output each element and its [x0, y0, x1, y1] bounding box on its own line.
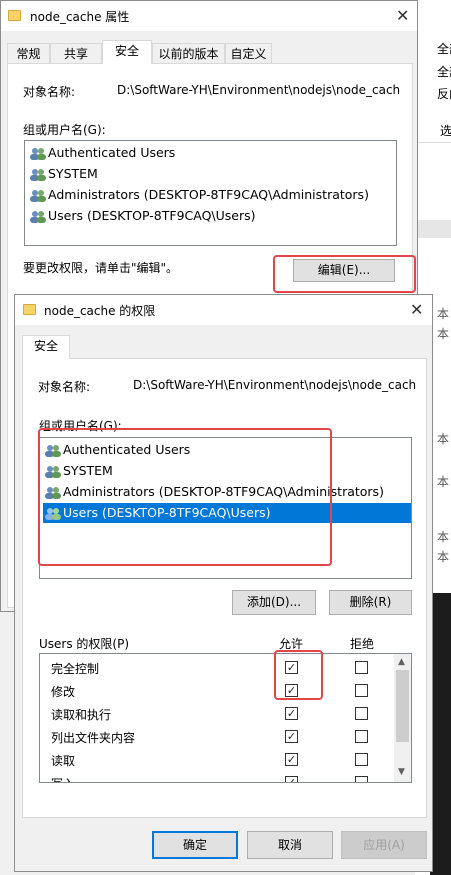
ok-button[interactable]: 确定 — [152, 831, 238, 859]
background-item: 选 — [440, 124, 451, 138]
users-icon — [45, 466, 61, 478]
allow-header: 允许 — [279, 637, 304, 651]
permissions-title: node_cache 的权限 — [44, 304, 156, 318]
background-item: 本 — [437, 327, 450, 341]
permission-name: 列出文件夹内容 — [51, 731, 136, 745]
background-item: 本 — [437, 475, 450, 489]
permission-name: 完全控制 — [51, 662, 100, 676]
scrollbar[interactable]: ▲ ▼ — [394, 654, 411, 782]
user-name: Administrators (DESKTOP-8TF9CAQ\Administ… — [63, 484, 384, 499]
deny-checkbox[interactable] — [355, 776, 368, 782]
list-item[interactable]: Authenticated Users — [43, 440, 190, 460]
group-label: 组或用户名(G): — [23, 123, 106, 137]
background-item: 本 — [437, 307, 450, 321]
allow-checkbox[interactable]: ✓ — [285, 661, 298, 674]
background-item: 本 — [437, 550, 450, 564]
properties-title: node_cache 属性 — [30, 10, 130, 24]
allow-checkbox[interactable]: ✓ — [285, 730, 298, 743]
user-name: SYSTEM — [63, 463, 113, 478]
permissions-panel: 对象名称: D:\SoftWare-YH\Environment\nodejs\… — [22, 358, 427, 818]
users-icon — [45, 445, 61, 457]
list-item[interactable]: Administrators (DESKTOP-8TF9CAQ\Administ… — [43, 482, 384, 502]
user-list[interactable]: Authenticated Users SYSTEM Administrator… — [39, 437, 412, 579]
background-item: 反向 — [437, 87, 451, 101]
deny-checkbox[interactable] — [355, 684, 368, 697]
allow-checkbox[interactable]: ✓ — [285, 707, 298, 720]
user-name: SYSTEM — [48, 166, 98, 181]
remove-button[interactable]: 删除(R) — [329, 590, 412, 615]
folder-icon — [23, 304, 36, 315]
deny-checkbox[interactable] — [355, 707, 368, 720]
user-name: Authenticated Users — [63, 442, 191, 457]
tab-previous-versions[interactable]: 以前的版本 — [152, 43, 225, 64]
object-name-label: 对象名称: — [23, 85, 76, 99]
background-item: 全部 — [437, 65, 451, 79]
deny-checkbox[interactable] — [355, 730, 368, 743]
background-divider — [415, 142, 451, 143]
list-item[interactable]: Authenticated Users — [28, 143, 175, 163]
background-item: 本 — [437, 432, 450, 446]
permissions-titlebar: node_cache 的权限 ✕ — [15, 295, 432, 325]
list-item[interactable]: Users (DESKTOP-8TF9CAQ\Users) — [28, 206, 256, 226]
permissions-window: node_cache 的权限 ✕ 安全 对象名称: D:\SoftWare-YH… — [14, 294, 433, 872]
object-name-label: 对象名称: — [38, 380, 91, 394]
users-icon — [30, 169, 46, 181]
background-dark — [430, 593, 451, 875]
user-list[interactable]: Authenticated Users SYSTEM Administrator… — [24, 140, 397, 246]
allow-checkbox[interactable]: ✓ — [285, 753, 298, 766]
cancel-button[interactable]: 取消 — [247, 831, 333, 859]
scroll-thumb[interactable] — [396, 670, 409, 742]
background-band — [415, 220, 451, 238]
list-item[interactable]: SYSTEM — [43, 461, 113, 481]
close-icon[interactable]: ✕ — [396, 6, 409, 25]
users-icon — [45, 508, 61, 520]
user-name: Administrators (DESKTOP-8TF9CAQ\Administ… — [48, 187, 369, 202]
users-icon — [30, 148, 46, 160]
deny-checkbox[interactable] — [355, 661, 368, 674]
tab-security[interactable]: 安全 — [102, 40, 152, 64]
permission-name: 修改 — [51, 685, 76, 699]
properties-titlebar: node_cache 属性 ✕ — [1, 1, 417, 31]
list-item[interactable]: Administrators (DESKTOP-8TF9CAQ\Administ… — [28, 185, 369, 205]
user-name: Users (DESKTOP-8TF9CAQ\Users) — [63, 505, 271, 520]
permissions-list[interactable]: 完全控制 ✓ 修改 ✓ 读取和执行 ✓ 列出文件夹内容 ✓ 读取 ✓ 写入 ✓ … — [39, 653, 412, 783]
object-name-value: D:\SoftWare-YH\Environment\nodejs\node_c… — [117, 83, 401, 97]
add-button[interactable]: 添加(D)... — [232, 590, 316, 615]
object-name-value: D:\SoftWare-YH\Environment\nodejs\node_c… — [133, 378, 417, 392]
edit-button[interactable]: 编辑(E)... — [293, 259, 395, 282]
list-item[interactable]: SYSTEM — [28, 164, 98, 184]
deny-checkbox[interactable] — [355, 753, 368, 766]
permission-name: 读取 — [51, 754, 76, 768]
user-name: Users (DESKTOP-8TF9CAQ\Users) — [48, 208, 256, 223]
deny-header: 拒绝 — [350, 637, 375, 651]
change-hint: 要更改权限，请单击"编辑"。 — [23, 261, 179, 275]
folder-icon — [8, 10, 21, 21]
tab-customize[interactable]: 自定义 — [225, 43, 272, 64]
tab-general[interactable]: 常规 — [7, 43, 50, 64]
tab-sharing[interactable]: 共享 — [50, 43, 102, 64]
allow-checkbox[interactable]: ✓ — [285, 776, 298, 782]
list-item-selected[interactable]: Users (DESKTOP-8TF9CAQ\Users) — [43, 503, 411, 523]
group-label: 组或用户名(G): — [39, 419, 122, 433]
users-icon — [30, 211, 46, 223]
tab-security[interactable]: 安全 — [22, 335, 70, 359]
scroll-up-icon[interactable]: ▲ — [398, 657, 405, 667]
close-icon[interactable]: ✕ — [410, 300, 423, 319]
scroll-down-icon[interactable]: ▼ — [398, 767, 405, 777]
permission-name: 读取和执行 — [51, 708, 112, 722]
background-item: 本 — [437, 530, 450, 544]
permissions-header: Users 的权限(P) — [39, 637, 130, 651]
apply-button[interactable]: 应用(A) — [341, 831, 427, 859]
users-icon — [45, 487, 61, 499]
background-item: 全部 — [437, 42, 451, 56]
user-name: Authenticated Users — [48, 145, 176, 160]
permission-name: 写入 — [51, 775, 75, 782]
allow-checkbox[interactable]: ✓ — [285, 684, 298, 697]
users-icon — [30, 190, 46, 202]
